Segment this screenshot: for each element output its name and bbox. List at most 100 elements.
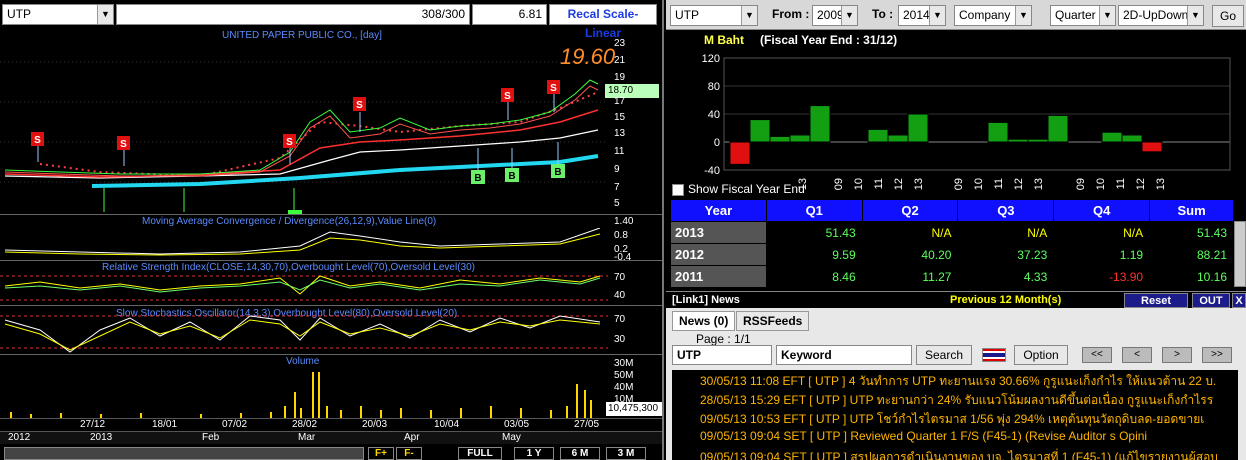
- option-button[interactable]: Option: [1014, 345, 1068, 365]
- row-q3: N/A: [957, 221, 1055, 244]
- volume-tick: 30M: [614, 358, 634, 369]
- price-chart[interactable]: S S S S S S B B B: [0, 42, 608, 214]
- news-item[interactable]: 09/05/13 10:53 EFT [ UTP ] UTP โชว์กำไรไ…: [672, 410, 1238, 429]
- date-tick: 03/05: [504, 419, 530, 430]
- zoom-out-button[interactable]: F-: [396, 447, 422, 460]
- profit-bar[interactable]: [1141, 141, 1163, 153]
- price-tick: 9: [614, 164, 620, 175]
- out-button[interactable]: OUT: [1192, 293, 1230, 308]
- profit-bar[interactable]: [729, 141, 751, 165]
- range-6m-button[interactable]: 6 M: [560, 447, 600, 460]
- stochastics-chart[interactable]: [0, 310, 608, 354]
- profit-bar[interactable]: [1101, 131, 1123, 143]
- financial-table: Year Q1 Q2 Q3 Q4 Sum 2013 51.43 N/A N/A …: [670, 199, 1234, 288]
- chart-symbol-select[interactable]: UTP ▼: [2, 4, 114, 25]
- recal-scale-button[interactable]: Recal Scale-Linear: [549, 4, 657, 40]
- from-year-select[interactable]: 2009 ▼: [812, 5, 858, 26]
- close-button[interactable]: X: [1232, 293, 1246, 308]
- range-3m-button[interactable]: 3 M: [606, 447, 646, 460]
- price-axis: 23 21 19 17 15 13 11 9 7 5: [610, 38, 662, 214]
- profit-bar[interactable]: [749, 119, 771, 143]
- x-tick-label: 10: [973, 178, 985, 190]
- profit-bar[interactable]: [887, 134, 909, 143]
- panel-divider: [0, 354, 662, 355]
- last-page-button[interactable]: >>: [1202, 347, 1232, 363]
- profit-bar[interactable]: [987, 121, 1009, 143]
- to-year-select[interactable]: 2014 ▼: [898, 5, 946, 26]
- first-page-button[interactable]: <<: [1082, 347, 1112, 363]
- svg-text:S: S: [34, 135, 41, 146]
- period-tick: 2012: [8, 432, 31, 443]
- sell-signal-icon: S S S S S S: [31, 80, 560, 150]
- period-value: Quarter: [1055, 8, 1096, 22]
- table-vertical-scrollbar[interactable]: [1234, 221, 1246, 287]
- row-year: 2013: [670, 221, 767, 244]
- prev-page-button[interactable]: <: [1122, 347, 1152, 363]
- table-row[interactable]: 2011 8.46 11.27 4.33 -13.90 10.16: [670, 265, 1234, 288]
- profit-bar[interactable]: [769, 135, 791, 143]
- period-tick: May: [502, 432, 521, 443]
- news-item[interactable]: 28/05/13 15:29 EFT [ UTP ] UTP ทะยานกว่า…: [672, 391, 1238, 410]
- profit-bar[interactable]: [1027, 138, 1049, 143]
- profit-bar[interactable]: [1047, 114, 1069, 143]
- row-sum: 10.16: [1149, 265, 1234, 288]
- chevron-down-icon: ▼: [1099, 6, 1115, 25]
- x-tick-label: 11: [1115, 178, 1127, 189]
- rsi-chart[interactable]: [0, 272, 608, 305]
- svg-text:S: S: [550, 83, 557, 94]
- range-1y-button[interactable]: 1 Y: [514, 447, 554, 460]
- price-tick: 7: [614, 182, 620, 193]
- technical-chart-window: UTP ▼ 308/300 6.81 Recal Scale-Linear UN…: [0, 0, 664, 460]
- chart-toolbar: UTP ▼ 308/300 6.81 Recal Scale-Linear: [0, 0, 662, 40]
- tab-news[interactable]: News (0): [672, 311, 736, 331]
- search-button[interactable]: Search: [916, 345, 972, 365]
- period-select[interactable]: Quarter ▼: [1050, 5, 1116, 26]
- period-tick: Feb: [202, 432, 220, 443]
- profit-bar[interactable]: [1121, 134, 1143, 143]
- x-tick-label: 13: [913, 178, 925, 190]
- tab-rss-feeds[interactable]: RSSFeeds: [736, 311, 810, 331]
- table-row[interactable]: 2012 9.59 40.20 37.23 1.19 88.21: [670, 243, 1234, 266]
- range-full-button[interactable]: FULL: [458, 447, 502, 460]
- profit-bar[interactable]: [867, 128, 889, 143]
- rsi-axis: 70 40: [610, 262, 662, 306]
- news-item[interactable]: 09/05/13 09:04 SET [ UTP ] Reviewed Quar…: [672, 429, 1238, 448]
- profit-bar[interactable]: [789, 134, 811, 143]
- show-fiscal-year-toggle[interactable]: Show Fiscal Year End: [672, 182, 805, 196]
- fin-symbol-select[interactable]: UTP ▼: [670, 5, 758, 26]
- thai-flag-icon[interactable]: [982, 348, 1006, 362]
- profit-bar[interactable]: [907, 113, 929, 143]
- news-item[interactable]: 09/05/13 09:04 SET [ UTP ] สรุปผลการดำเน…: [672, 448, 1238, 460]
- profit-bar[interactable]: [809, 105, 831, 143]
- macd-chart[interactable]: [0, 228, 608, 260]
- svg-text:B: B: [554, 167, 561, 178]
- date-tick: 20/03: [362, 419, 388, 430]
- x-tick-label: 12: [893, 178, 905, 190]
- table-row[interactable]: 2013 51.43 N/A N/A N/A 51.43: [670, 221, 1234, 244]
- row-q4: N/A: [1053, 221, 1151, 244]
- volume-chart[interactable]: [0, 366, 608, 418]
- next-page-button[interactable]: >: [1162, 347, 1192, 363]
- row-q2: 11.27: [861, 265, 959, 288]
- profit-bar[interactable]: [1007, 138, 1029, 143]
- checkbox-icon[interactable]: [672, 183, 684, 196]
- row-q3: 37.23: [957, 243, 1055, 266]
- reset-button[interactable]: Reset: [1124, 293, 1188, 308]
- x-tick-label: 11: [993, 178, 1005, 189]
- col-header-q4: Q4: [1053, 199, 1151, 222]
- keyword-input[interactable]: Keyword: [776, 345, 912, 365]
- row-year: 2012: [670, 243, 767, 266]
- chart-symbol-value: UTP: [7, 7, 31, 21]
- chevron-down-icon: ▼: [1187, 6, 1203, 25]
- date-tick: 10/04: [434, 419, 460, 430]
- go-button[interactable]: Go: [1212, 5, 1244, 27]
- date-tick: 27/12: [80, 419, 106, 430]
- news-item[interactable]: 30/05/13 11:08 EFT [ UTP ] 4 วันทำการ UT…: [672, 372, 1238, 391]
- news-symbol-input[interactable]: UTP: [672, 345, 772, 365]
- row-q1: 9.59: [765, 243, 863, 266]
- view-select[interactable]: 2D-UpDown ▼: [1118, 5, 1204, 26]
- entity-type-select[interactable]: Company ▼: [954, 5, 1032, 26]
- zoom-in-button[interactable]: F+: [368, 447, 394, 460]
- chart-horizontal-scrollbar[interactable]: [4, 447, 364, 460]
- volume-tick: 50M: [614, 370, 634, 381]
